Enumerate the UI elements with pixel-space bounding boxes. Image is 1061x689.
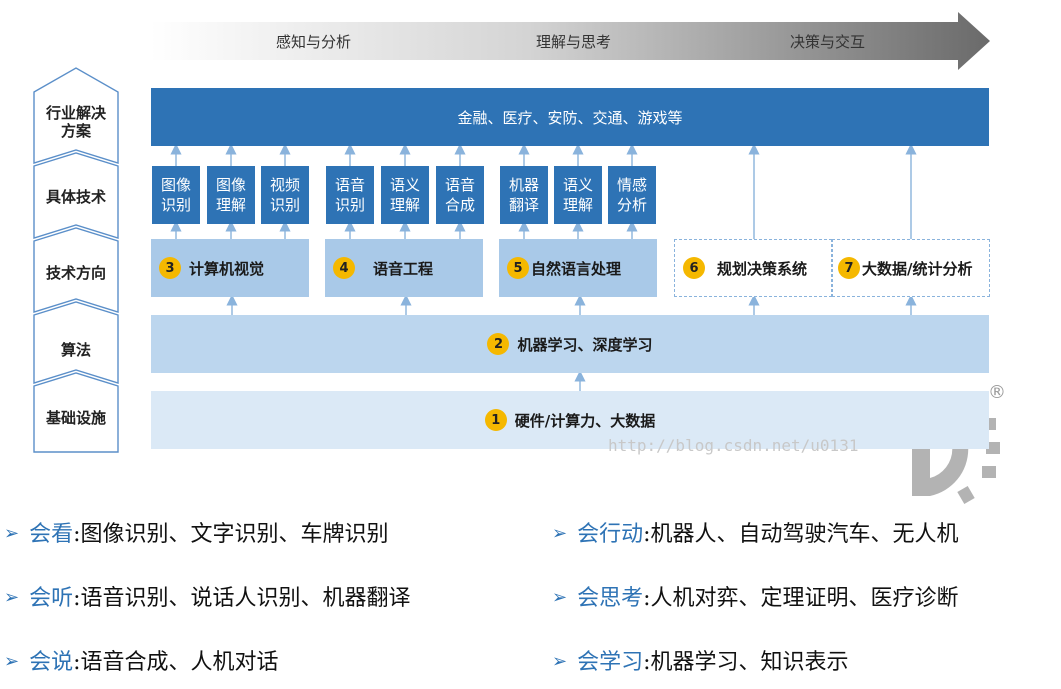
badge-6: 6 <box>683 257 705 279</box>
stage-perception: 感知与分析 <box>276 33 352 51</box>
direction-big-data: 7 大数据/统计分析 <box>832 239 990 297</box>
direction-label: 规划决策系统 <box>717 259 808 278</box>
infrastructure-bar: 1 硬件/计算力、大数据 <box>151 391 989 449</box>
tile-image-understanding: 图像 理解 <box>207 166 255 224</box>
algorithm-bar: 2 机器学习、深度学习 <box>151 315 989 373</box>
stage-decision: 决策与交互 <box>790 33 866 51</box>
tile-semantic-understanding: 语义 理解 <box>381 166 429 224</box>
direction-speech-engineering: 4 语音工程 <box>325 239 483 297</box>
direction-label: 语音工程 <box>373 259 434 278</box>
bullet-items: :语音识别、说话人识别、机器翻译 <box>73 586 411 611</box>
registered-mark: ® <box>988 382 1006 403</box>
badge-2: 2 <box>487 333 510 355</box>
bullet-category: 会听 <box>29 586 74 611</box>
layer-label-technology: 具体技术 <box>45 188 106 206</box>
bullet-speak: ➢ 会说:语音合成、人机对话 <box>4 648 279 678</box>
bullet-act: ➢ 会行动:机器人、自动驾驶汽车、无人机 <box>552 520 959 550</box>
stage-understanding: 理解与思考 <box>536 33 612 51</box>
tile-sentiment-analysis: 情感 分析 <box>608 166 656 224</box>
badge-1: 1 <box>484 409 507 431</box>
bullet-items: :机器人、自动驾驶汽车、无人机 <box>643 522 959 547</box>
industry-bar: 金融、医疗、安防、交通、游戏等 <box>151 88 989 146</box>
tile-image-recognition: 图像 识别 <box>152 166 200 224</box>
arrow-bullet-icon: ➢ <box>552 523 568 544</box>
badge-3: 3 <box>159 257 181 279</box>
tile-speech-synthesis: 语音 合成 <box>436 166 484 224</box>
tile-nlp-semantic-understanding: 语义 理解 <box>554 166 602 224</box>
direction-label: 大数据/统计分析 <box>862 259 973 278</box>
direction-computer-vision: 3 计算机视觉 <box>151 239 309 297</box>
tile-machine-translation: 机器 翻译 <box>500 166 548 224</box>
direction-label: 计算机视觉 <box>189 259 265 278</box>
layer-label-algorithm: 算法 <box>60 341 91 359</box>
direction-nlp: 5 自然语言处理 <box>499 239 657 297</box>
bullet-category: 会看 <box>29 522 74 547</box>
badge-5: 5 <box>507 257 529 279</box>
layer-label-industry: 行业解决 方案 <box>45 104 106 140</box>
bullet-items: :机器学习、知识表示 <box>643 650 849 675</box>
bullet-learn: ➢ 会学习:机器学习、知识表示 <box>552 648 849 678</box>
arrow-bullet-icon: ➢ <box>552 587 568 608</box>
industry-label: 金融、医疗、安防、交通、游戏等 <box>457 108 683 127</box>
tile-speech-recognition: 语音 识别 <box>326 166 374 224</box>
bullet-category: 会行动 <box>577 522 644 547</box>
infrastructure-label: 硬件/计算力、大数据 <box>514 411 656 430</box>
bullet-items: :图像识别、文字识别、车牌识别 <box>73 522 389 547</box>
bullet-category: 会思考 <box>577 586 644 611</box>
algorithm-label: 机器学习、深度学习 <box>517 335 653 354</box>
bullet-see: ➢ 会看:图像识别、文字识别、车牌识别 <box>4 520 389 550</box>
layer-label-infrastructure: 基础设施 <box>45 409 106 427</box>
direction-planning-decision: 6 规划决策系统 <box>674 239 832 297</box>
bullet-items: :人机对弈、定理证明、医疗诊断 <box>643 586 959 611</box>
tile-video-recognition: 视频 识别 <box>261 166 309 224</box>
watermark-url: http://blog.csdn.net/u0131 <box>608 436 859 455</box>
badge-7: 7 <box>838 257 860 279</box>
arrow-bullet-icon: ➢ <box>4 651 20 672</box>
bullet-category: 会说 <box>29 650 74 675</box>
bullet-items: :语音合成、人机对话 <box>73 650 279 675</box>
arrow-bullet-icon: ➢ <box>552 651 568 672</box>
bullet-think: ➢ 会思考:人机对弈、定理证明、医疗诊断 <box>552 584 959 614</box>
bullet-category: 会学习 <box>577 650 644 675</box>
layer-label-direction: 技术方向 <box>45 264 106 282</box>
arrow-bullet-icon: ➢ <box>4 587 20 608</box>
arrow-bullet-icon: ➢ <box>4 523 20 544</box>
bullet-hear: ➢ 会听:语音识别、说话人识别、机器翻译 <box>4 584 411 614</box>
badge-4: 4 <box>333 257 355 279</box>
direction-label: 自然语言处理 <box>531 259 622 278</box>
